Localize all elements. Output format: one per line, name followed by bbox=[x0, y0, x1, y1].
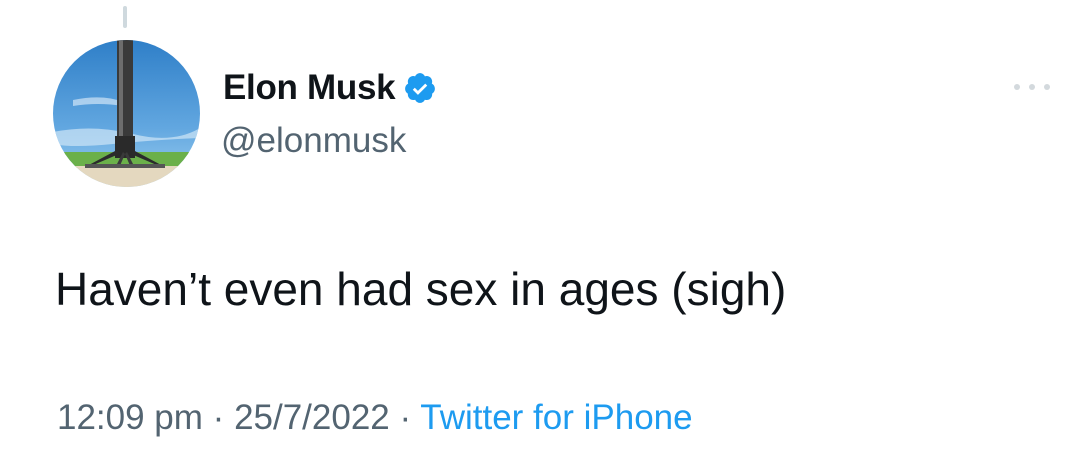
more-dot bbox=[1029, 84, 1035, 90]
author-handle[interactable]: @elonmusk bbox=[221, 121, 406, 161]
thread-connector-line bbox=[123, 6, 127, 28]
more-dot bbox=[1044, 84, 1050, 90]
tweet-source-link[interactable]: Twitter for iPhone bbox=[420, 398, 692, 437]
avatar[interactable] bbox=[53, 40, 200, 187]
tweet-text: Haven’t even had sex in ages (sigh) bbox=[55, 263, 787, 315]
tweet-metadata: 12:09 pm · 25/7/2022 · Twitter for iPhon… bbox=[57, 396, 693, 440]
rocket-booster-avatar-icon bbox=[53, 40, 200, 187]
author-display-name[interactable]: Elon Musk bbox=[223, 66, 396, 110]
author-name-row: Elon Musk bbox=[223, 66, 437, 110]
meta-separator: · bbox=[212, 398, 225, 437]
more-dot bbox=[1014, 84, 1020, 90]
tweet-time[interactable]: 12:09 pm bbox=[57, 398, 203, 437]
more-options-icon[interactable] bbox=[1014, 77, 1050, 97]
verified-badge-icon bbox=[403, 71, 437, 105]
tweet-date[interactable]: 25/7/2022 bbox=[234, 398, 390, 437]
meta-separator: · bbox=[399, 398, 412, 437]
